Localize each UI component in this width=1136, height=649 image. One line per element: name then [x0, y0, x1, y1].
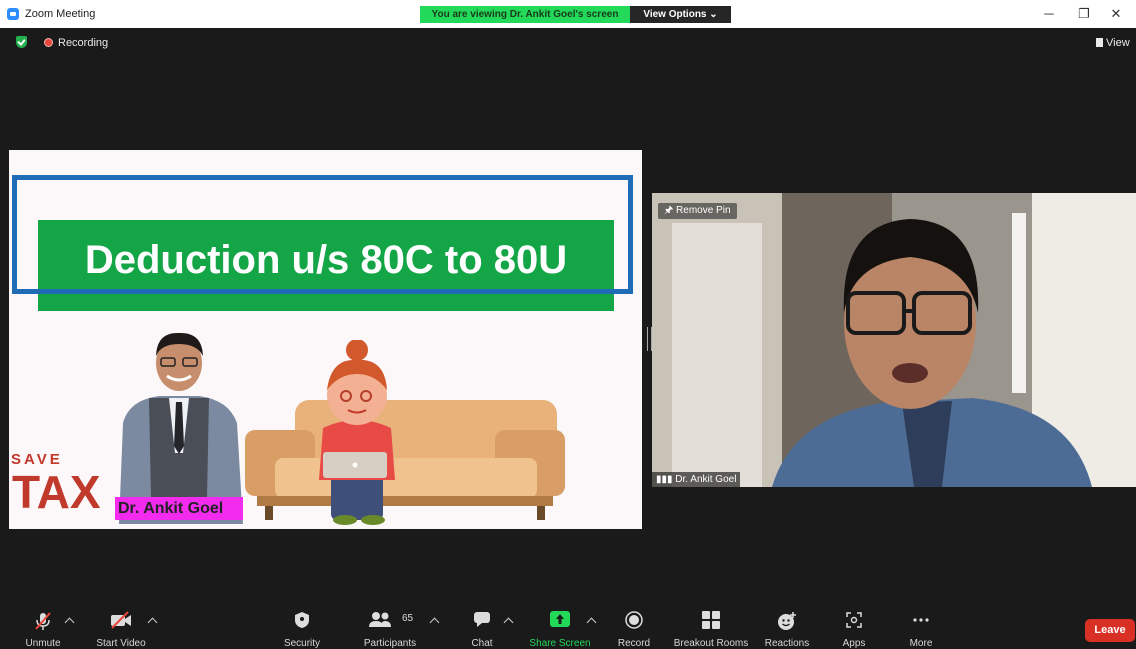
remove-pin-label: Remove Pin [676, 205, 731, 216]
record-button[interactable]: Record [614, 605, 654, 649]
record-icon [625, 611, 643, 629]
recording-label: Recording [58, 37, 109, 49]
chat-options-chevron-icon[interactable] [503, 617, 514, 628]
breakout-rooms-button[interactable]: Breakout Rooms [672, 605, 750, 649]
apps-label: Apps [842, 638, 866, 649]
participants-icon [369, 612, 391, 627]
security-shield-icon [295, 612, 309, 628]
breakout-rooms-label: Breakout Rooms [673, 638, 749, 649]
meeting-toolbar: Unmute Start Video Security 65 Participa… [0, 605, 1136, 649]
participants-options-chevron-icon[interactable] [429, 617, 440, 628]
apps-icon [846, 612, 862, 628]
view-options-button[interactable]: View Options ⌄ [630, 6, 731, 23]
reactions-button[interactable]: Reactions [762, 605, 812, 649]
signal-bars-icon: ▮▮▮ [656, 474, 676, 485]
unmute-label: Unmute [25, 638, 61, 649]
security-button[interactable]: Security [280, 605, 324, 649]
close-button[interactable]: ✕ [1106, 6, 1126, 22]
title-bar: Zoom Meeting You are viewing Dr. Ankit G… [0, 0, 1136, 28]
shared-screen[interactable]: Deduction u/s 80C to 80U SAVE TAX Dr. An… [9, 150, 642, 529]
reactions-smiley-icon [778, 612, 796, 630]
save-tax-badge: SAVE TAX [9, 445, 101, 525]
muted-mic-icon [35, 612, 51, 630]
share-screen-label: Share Screen [529, 638, 591, 649]
restore-button[interactable]: ❐ [1074, 6, 1094, 22]
sofa-character-illustration [245, 340, 565, 525]
participants-button[interactable]: 65 Participants [360, 605, 420, 649]
reactions-label: Reactions [764, 638, 810, 649]
chat-bubble-icon [474, 612, 490, 627]
presenter-photo [109, 328, 249, 524]
participant-video-feed [652, 193, 1136, 487]
more-dots-icon [913, 618, 929, 622]
participant-name-tag: ▮▮▮ Dr. Ankit Goel [652, 472, 741, 487]
share-screen-button[interactable]: Share Screen [528, 605, 592, 649]
audio-options-chevron-icon[interactable] [64, 617, 75, 628]
unmute-button[interactable]: Unmute [20, 605, 66, 649]
start-video-label: Start Video [96, 638, 146, 649]
view-button[interactable]: View [1096, 37, 1130, 49]
record-label: Record [617, 638, 651, 649]
minimize-button[interactable]: ─ [1039, 6, 1059, 22]
security-shield-icon[interactable] [16, 36, 27, 48]
chat-label: Chat [471, 638, 493, 649]
participants-label: Participants [363, 638, 417, 649]
view-icon [1096, 38, 1103, 47]
window-title: Zoom Meeting [25, 8, 96, 20]
slide-title: Deduction u/s 80C to 80U [84, 238, 568, 282]
viewing-screen-banner: You are viewing Dr. Ankit Goel's screen [420, 6, 630, 23]
view-label: View [1106, 37, 1130, 49]
participant-name: Dr. Ankit Goel [675, 474, 737, 485]
more-label: More [909, 638, 933, 649]
pin-icon: 🖈 [664, 205, 677, 216]
zoom-app-icon [7, 8, 19, 20]
apps-button[interactable]: Apps [836, 605, 872, 649]
remove-pin-button[interactable]: 🖈 Remove Pin [658, 203, 737, 219]
leave-button[interactable]: Leave [1085, 619, 1135, 642]
pinned-video-tile[interactable]: 🖈 Remove Pin ▮▮▮ Dr. Ankit Goel [652, 193, 1136, 487]
presenter-name-label: Dr. Ankit Goel [115, 497, 243, 520]
share-screen-icon [550, 611, 570, 627]
tax-text: TAX [12, 466, 101, 518]
breakout-rooms-icon [702, 611, 720, 629]
participant-count: 65 [402, 613, 414, 624]
video-off-icon [111, 611, 131, 629]
security-label: Security [283, 638, 321, 649]
chat-button[interactable]: Chat [464, 605, 500, 649]
more-button[interactable]: More [902, 605, 940, 649]
recording-dot-icon [44, 38, 53, 47]
start-video-button[interactable]: Start Video [90, 605, 152, 649]
